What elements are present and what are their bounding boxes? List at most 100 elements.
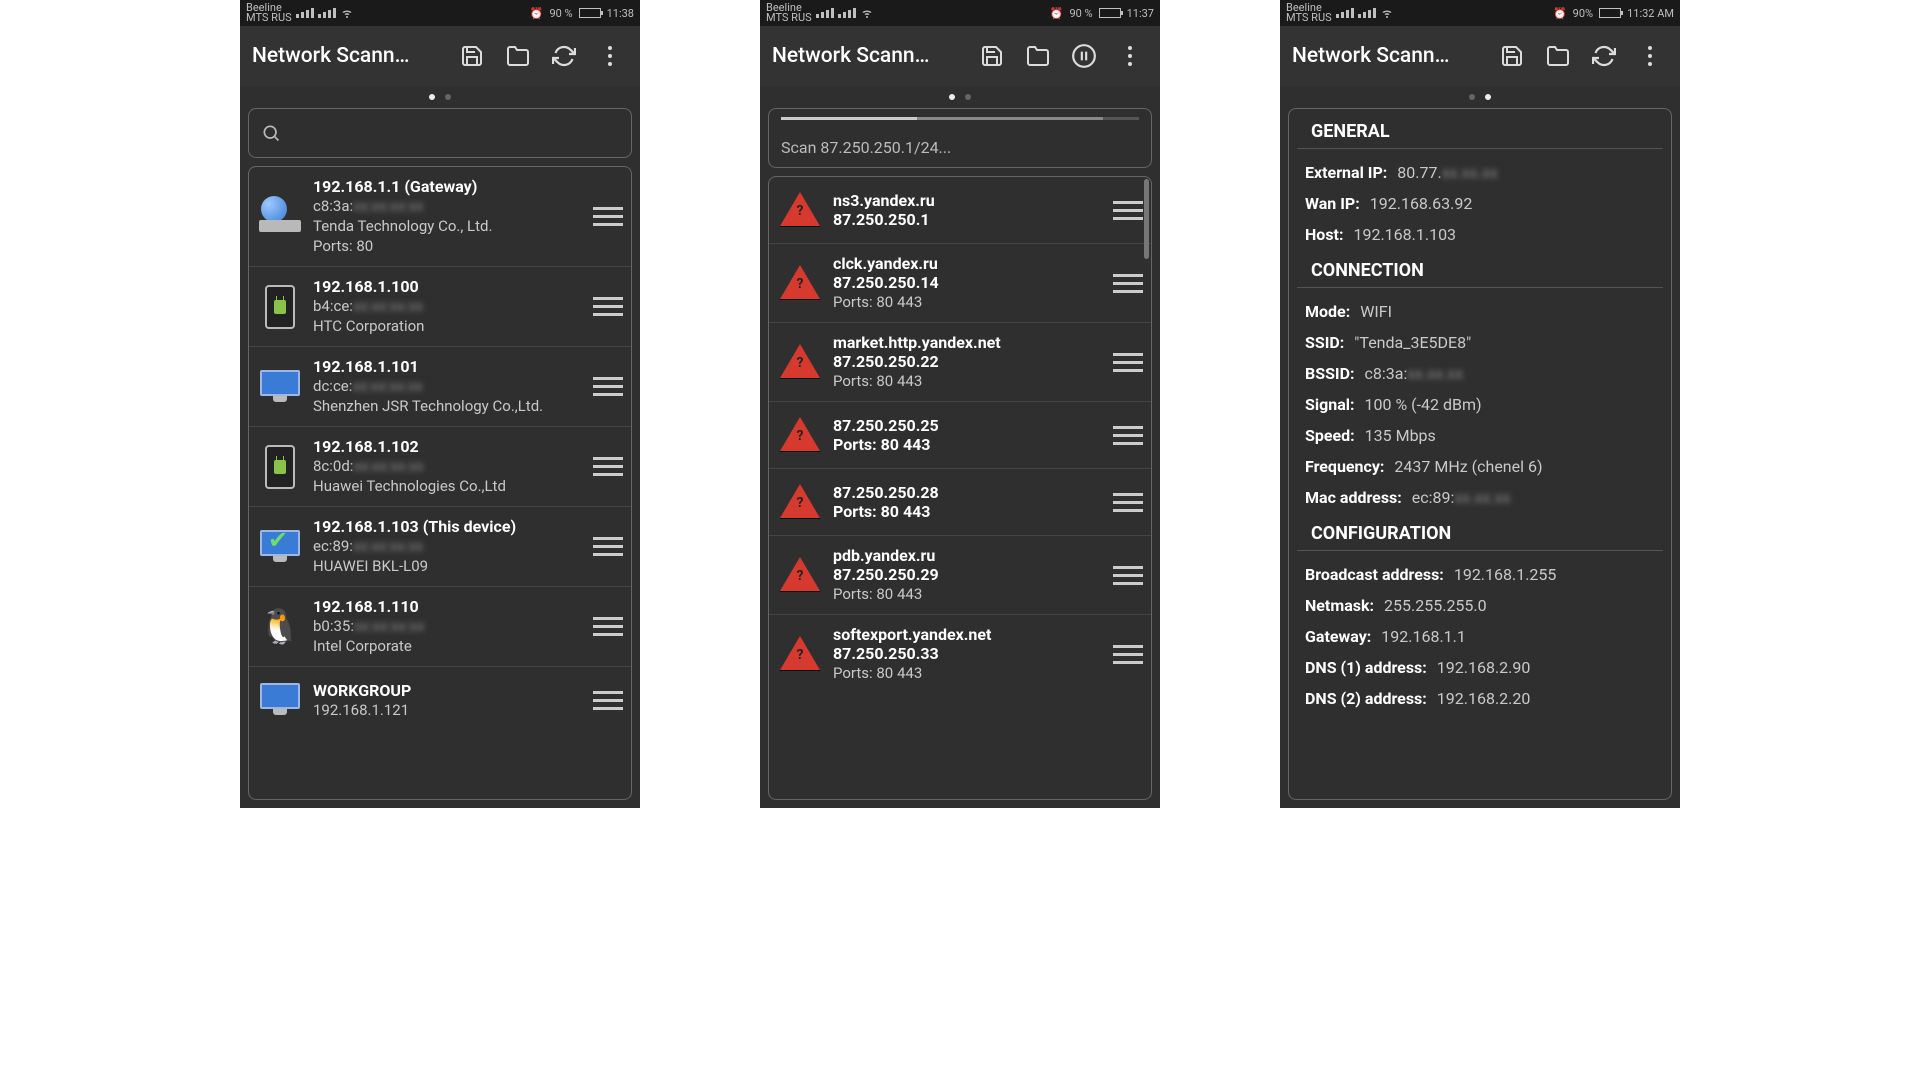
- app-bar: Network Scann…: [1280, 26, 1680, 86]
- wifi-icon: [860, 7, 874, 19]
- open-folder-button[interactable]: [1538, 36, 1578, 76]
- search-box[interactable]: [248, 108, 632, 158]
- info-key: DNS (2) address:: [1305, 689, 1427, 708]
- device-row[interactable]: 192.168.1.1 (Gateway)c8:3a:xx:xx:xx:xxTe…: [249, 167, 631, 267]
- battery-pct: 90 %: [1069, 7, 1092, 20]
- warning-icon: ?: [777, 412, 823, 458]
- info-row: Signal: 100 % (-42 dBm): [1289, 389, 1671, 420]
- row-menu-button[interactable]: [1113, 566, 1143, 585]
- device-ports: Ports: 80: [313, 236, 583, 256]
- row-menu-button[interactable]: [593, 207, 623, 226]
- host-name: clck.yandex.ru: [833, 254, 1103, 273]
- overflow-menu-button[interactable]: [590, 36, 630, 76]
- device-mac: b0:35:xx:xx:xx:xx: [313, 616, 583, 636]
- host-row[interactable]: ? ns3.yandex.ru87.250.250.1: [769, 177, 1151, 244]
- device-mac: b4:ce:xx:xx:xx:xx: [313, 296, 583, 316]
- row-menu-button[interactable]: [1113, 274, 1143, 293]
- refresh-button[interactable]: [544, 36, 584, 76]
- refresh-button[interactable]: [1584, 36, 1624, 76]
- host-row[interactable]: ? 87.250.250.28Ports: 80 443: [769, 469, 1151, 536]
- open-folder-button[interactable]: [498, 36, 538, 76]
- row-menu-button[interactable]: [593, 537, 623, 556]
- host-row[interactable]: ? pdb.yandex.ru87.250.250.29Ports: 80 44…: [769, 536, 1151, 615]
- info-key: Signal:: [1305, 395, 1355, 414]
- device-row[interactable]: ✔ 192.168.1.103 (This device)ec:89:xx:xx…: [249, 507, 631, 587]
- row-menu-button[interactable]: [593, 297, 623, 316]
- signal-icon-2: [318, 8, 336, 18]
- overflow-menu-button[interactable]: [1110, 36, 1150, 76]
- info-value: 192.168.1.255: [1454, 565, 1557, 584]
- device-ip: 192.168.1.100: [313, 277, 583, 296]
- info-row: Frequency: 2437 MHz (chenel 6): [1289, 451, 1671, 482]
- pause-scan-button[interactable]: [1064, 36, 1104, 76]
- host-row[interactable]: ? clck.yandex.ru87.250.250.14Ports: 80 4…: [769, 244, 1151, 323]
- device-row[interactable]: 🐧 192.168.1.110b0:35:xx:xx:xx:xxIntel Co…: [249, 587, 631, 667]
- device-row[interactable]: 192.168.1.100b4:ce:xx:xx:xx:xxHTC Corpor…: [249, 267, 631, 347]
- folder-icon: [505, 44, 531, 68]
- carrier-2: MTS RUS: [246, 13, 292, 23]
- device-row[interactable]: WORKGROUP192.168.1.121: [249, 667, 631, 733]
- save-button[interactable]: [1492, 36, 1532, 76]
- row-menu-button[interactable]: [1113, 493, 1143, 512]
- warning-icon: ?: [777, 631, 823, 677]
- row-menu-button[interactable]: [1113, 353, 1143, 372]
- info-value: 2437 MHz (chenel 6): [1394, 457, 1542, 476]
- host-row[interactable]: ? 87.250.250.25Ports: 80 443: [769, 402, 1151, 469]
- info-row: Netmask: 255.255.255.0: [1289, 590, 1671, 621]
- monitor-check-icon: ✔: [257, 524, 303, 570]
- warning-icon: ?: [777, 479, 823, 525]
- row-menu-button[interactable]: [593, 617, 623, 636]
- screenshot-2: Beeline MTS RUS ⏰ 90 % 11:37 Network Sca…: [760, 0, 1160, 808]
- row-menu-button[interactable]: [1113, 201, 1143, 220]
- row-menu-button[interactable]: [593, 377, 623, 396]
- info-value: 192.168.1.103: [1353, 225, 1456, 244]
- row-menu-button[interactable]: [1113, 426, 1143, 445]
- host-row[interactable]: ? softexport.yandex.net87.250.250.33Port…: [769, 615, 1151, 693]
- battery-icon: [1599, 8, 1621, 18]
- device-row[interactable]: 192.168.1.101dc:ce:xx:xx:xx:xxShenzhen J…: [249, 347, 631, 427]
- save-button[interactable]: [972, 36, 1012, 76]
- device-row[interactable]: 192.168.1.1028c:0d:xx:xx:xx:xxHuawei Tec…: [249, 427, 631, 507]
- row-menu-button[interactable]: [1113, 645, 1143, 664]
- device-ip: 192.168.1.102: [313, 437, 583, 456]
- app-title: Network Scann…: [1292, 44, 1486, 68]
- row-menu-button[interactable]: [593, 691, 623, 710]
- save-button[interactable]: [452, 36, 492, 76]
- scan-status-label: Scan 87.250.250.1/24...: [781, 138, 1139, 157]
- folder-icon: [1025, 44, 1051, 68]
- overflow-menu-icon: [1128, 46, 1132, 66]
- android-icon: [257, 284, 303, 330]
- pause-icon: [1071, 43, 1097, 69]
- info-key: Netmask:: [1305, 596, 1374, 615]
- search-icon: [261, 123, 281, 143]
- signal-icon: [296, 8, 314, 18]
- host-ports: Ports: 80 443: [833, 663, 1103, 683]
- scrollbar[interactable]: [1144, 179, 1149, 259]
- host-name: softexport.yandex.net: [833, 625, 1103, 644]
- device-mac: 192.168.1.121: [313, 700, 583, 720]
- device-vendor: Huawei Technologies Co.,Ltd: [313, 476, 583, 496]
- info-key: Gateway:: [1305, 627, 1371, 646]
- info-row: Mode: WIFI: [1289, 296, 1671, 327]
- device-ip: 192.168.1.103 (This device): [313, 517, 583, 536]
- device-ip: WORKGROUP: [313, 681, 583, 700]
- info-row: Host: 192.168.1.103: [1289, 219, 1671, 250]
- battery-pct: 90 %: [549, 7, 572, 20]
- info-row: DNS (2) address: 192.168.2.20: [1289, 683, 1671, 714]
- signal-icon: [1336, 8, 1354, 18]
- search-input[interactable]: [291, 124, 619, 142]
- save-icon: [460, 44, 484, 68]
- host-ip: 87.250.250.14: [833, 273, 1103, 292]
- clock: 11:38: [607, 7, 634, 20]
- host-ports: Ports: 80 443: [833, 371, 1103, 391]
- overflow-menu-button[interactable]: [1630, 36, 1670, 76]
- row-menu-button[interactable]: [593, 457, 623, 476]
- open-folder-button[interactable]: [1018, 36, 1058, 76]
- warning-icon: ?: [777, 187, 823, 233]
- clock: 11:37: [1127, 7, 1154, 20]
- save-icon: [980, 44, 1004, 68]
- host-row[interactable]: ? market.http.yandex.net87.250.250.22Por…: [769, 323, 1151, 402]
- device-vendor: HUAWEI BKL-L09: [313, 556, 583, 576]
- device-mac: ec:89:xx:xx:xx:xx: [313, 536, 583, 556]
- info-key: Frequency:: [1305, 457, 1384, 476]
